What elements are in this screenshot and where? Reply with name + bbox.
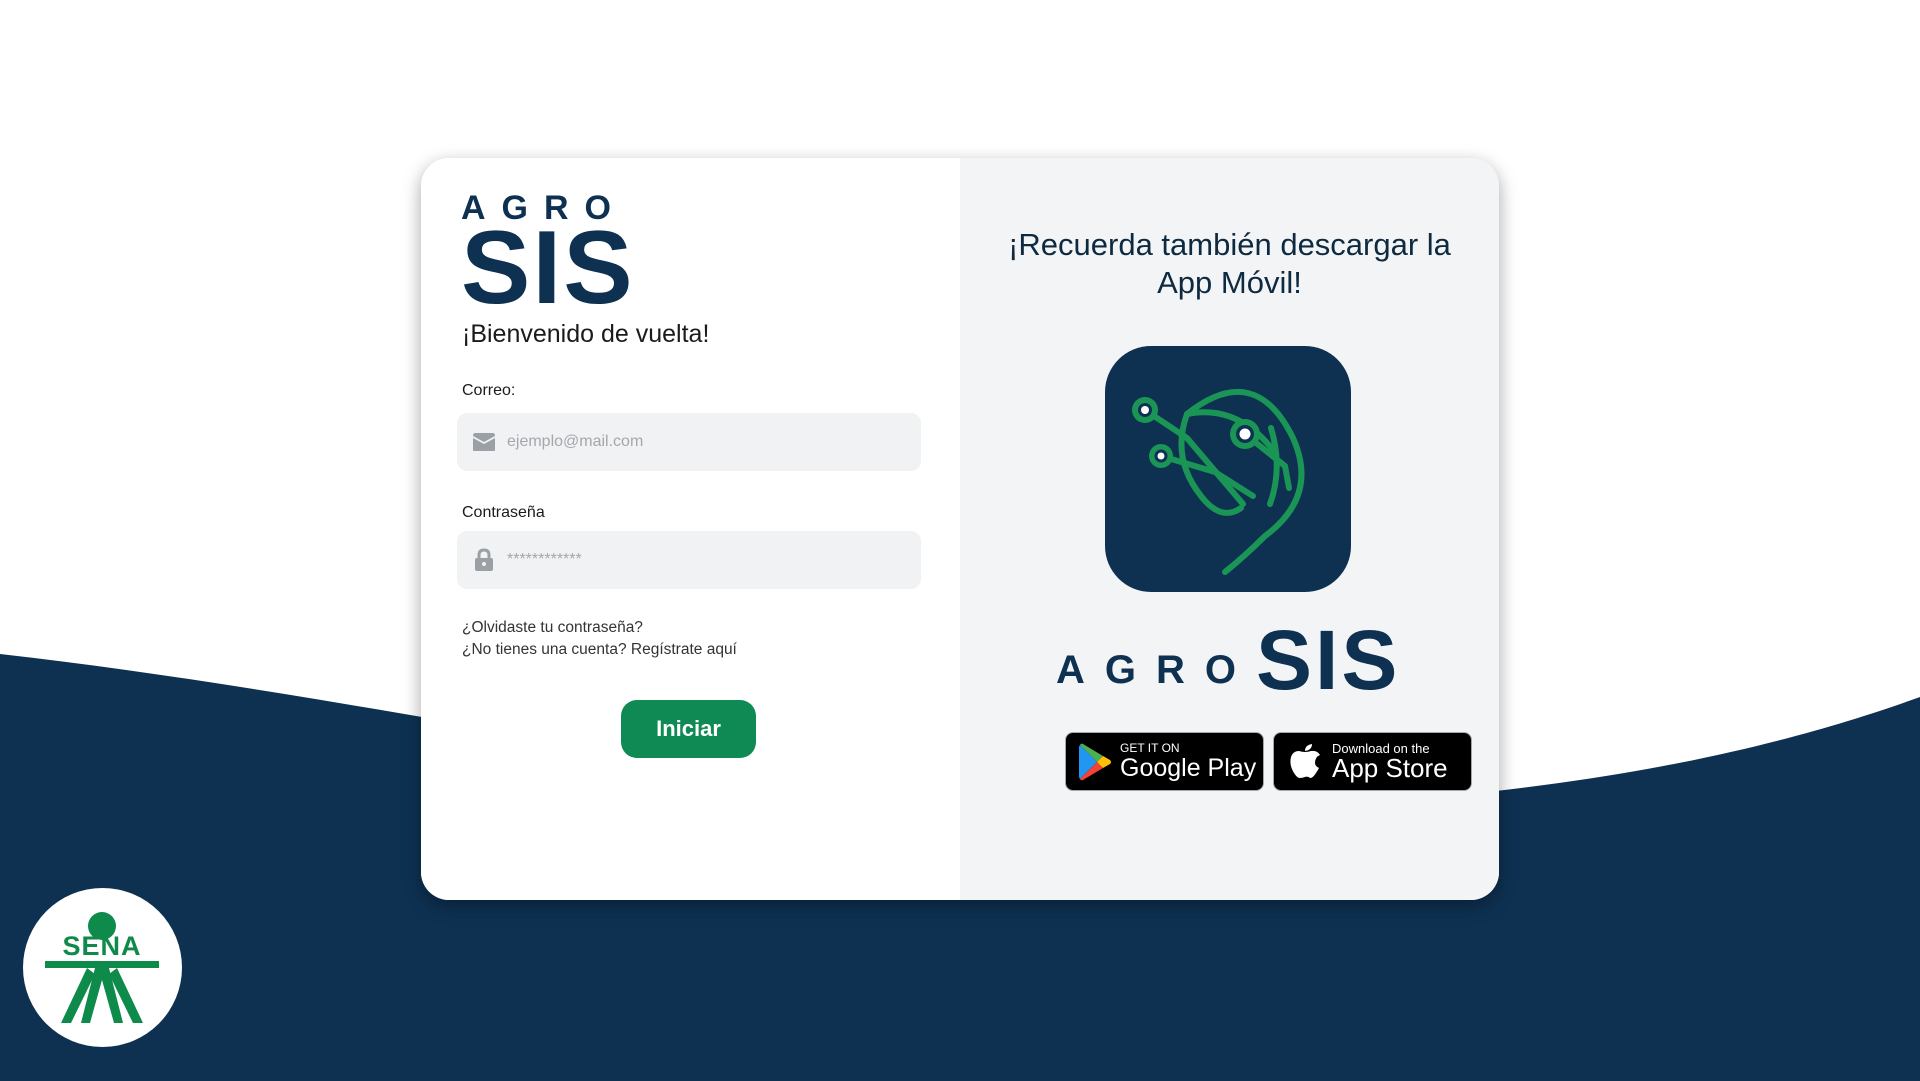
logo-large-agro-text: AGRO: [1056, 648, 1256, 692]
promo-title-line1: ¡Recuerda también descargar la: [1008, 227, 1451, 262]
email-input[interactable]: [507, 433, 907, 451]
forgot-password-link[interactable]: ¿Olvidaste tu contraseña?: [462, 617, 737, 639]
google-play-badge[interactable]: GET IT ON Google Play: [1065, 732, 1264, 791]
email-field-wrapper[interactable]: [457, 413, 921, 471]
google-play-big-text: Google Play: [1120, 753, 1257, 782]
register-link[interactable]: ¿No tienes una cuenta? Regístrate aquí: [462, 639, 737, 661]
auth-links: ¿Olvidaste tu contraseña? ¿No tienes una…: [462, 617, 737, 661]
logo-sis-text: SIS: [461, 210, 635, 326]
app-icon: [1105, 346, 1351, 592]
apple-icon: [1290, 743, 1320, 780]
app-store-badge[interactable]: Download on the App Store: [1273, 732, 1472, 791]
password-field-wrapper[interactable]: [457, 531, 921, 589]
login-panel: AGRO SIS ¡Bienvenido de vuelta! Correo: …: [421, 158, 960, 900]
welcome-heading: ¡Bienvenido de vuelta!: [462, 320, 710, 348]
promo-panel: ¡Recuerda también descargar la App Móvil…: [960, 158, 1499, 900]
promo-title: ¡Recuerda también descargar la App Móvil…: [960, 226, 1499, 302]
login-button[interactable]: Iniciar: [621, 700, 756, 758]
envelope-icon: [471, 429, 497, 455]
google-play-small-text: GET IT ON: [1120, 740, 1180, 755]
email-label: Correo:: [462, 382, 516, 399]
login-card: AGRO SIS ¡Bienvenido de vuelta! Correo: …: [421, 158, 1499, 900]
google-play-icon: [1078, 743, 1112, 781]
sena-logo: SENA: [23, 888, 182, 1047]
agrosis-logo: AGRO SIS: [461, 190, 635, 326]
promo-title-line2: App Móvil!: [1157, 265, 1302, 300]
sena-logo-text: SENA: [62, 931, 141, 961]
password-input[interactable]: [507, 551, 907, 569]
leaf-circuit-icon: [1132, 388, 1305, 575]
logo-large-sis-text: SIS: [1256, 613, 1401, 707]
password-label: Contraseña: [462, 504, 545, 521]
agrosis-logo-large: AGRO SIS: [1056, 613, 1401, 707]
lock-icon: [471, 547, 497, 573]
app-store-big-text: App Store: [1332, 752, 1448, 783]
